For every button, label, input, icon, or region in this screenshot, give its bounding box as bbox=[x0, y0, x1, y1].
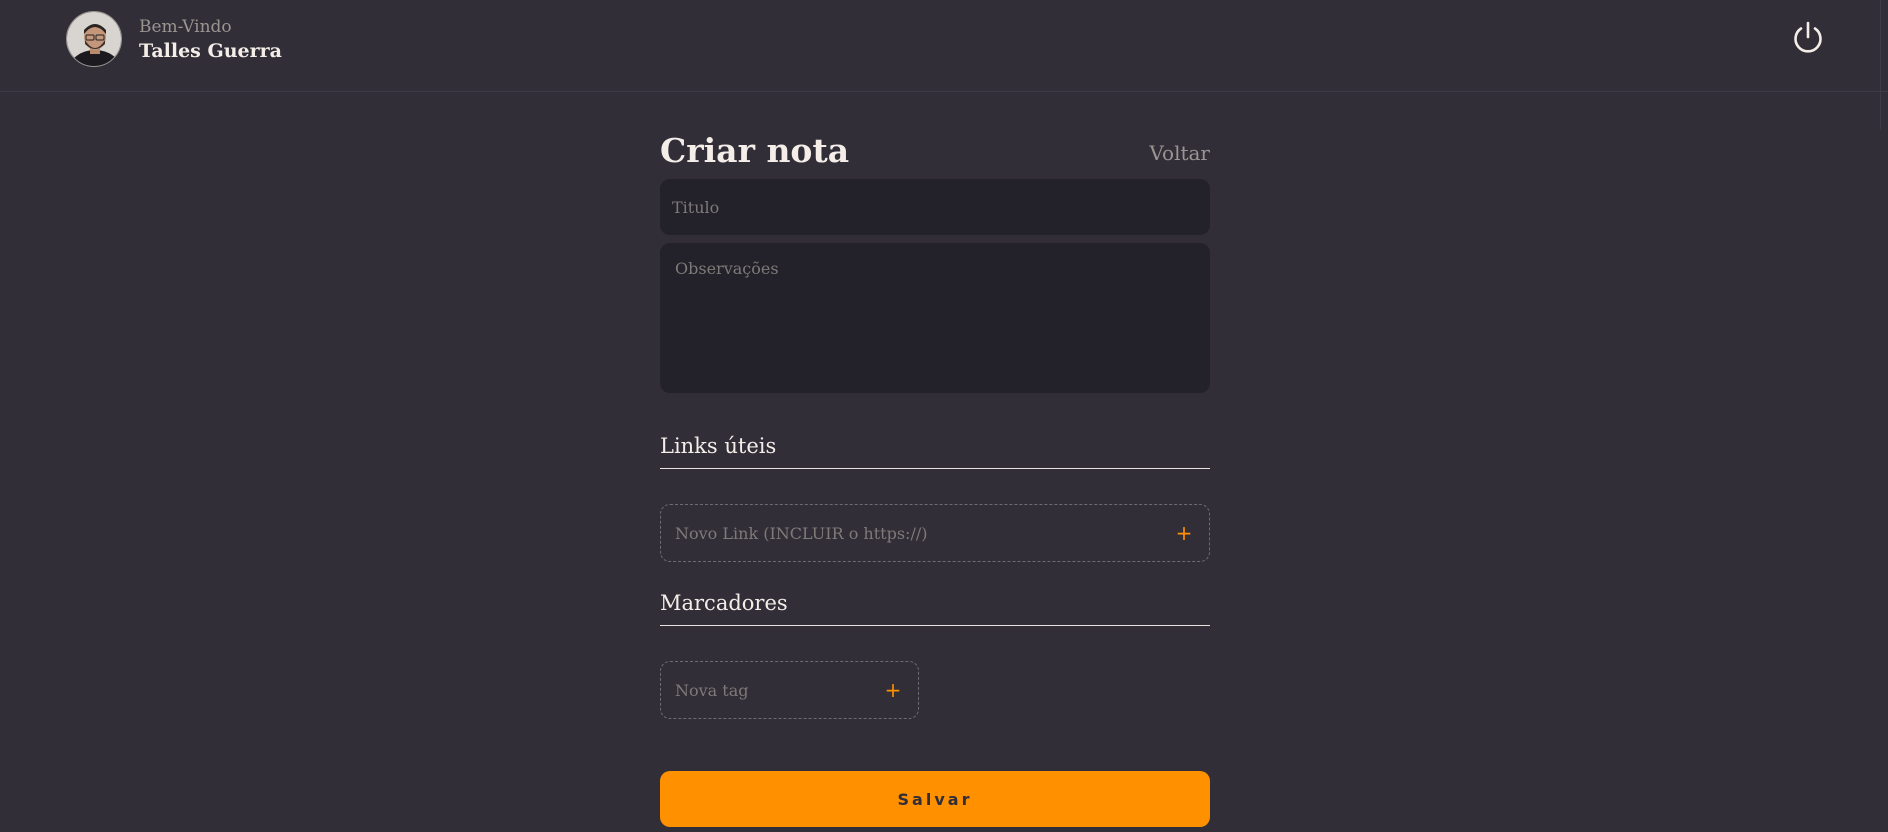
add-link-button[interactable]: + bbox=[1171, 519, 1197, 547]
welcome-text: Bem-Vindo bbox=[139, 17, 232, 37]
user-name[interactable]: Talles Guerra bbox=[139, 40, 282, 62]
power-icon[interactable] bbox=[1790, 20, 1826, 56]
power-icon-graphic bbox=[1794, 21, 1822, 53]
user-avatar[interactable] bbox=[66, 11, 122, 67]
app-header: Bem-Vindo Talles Guerra bbox=[0, 0, 1888, 92]
new-tag-item: + bbox=[660, 661, 919, 719]
back-link[interactable]: Voltar bbox=[1149, 141, 1210, 165]
page-title: Criar nota bbox=[660, 131, 850, 170]
links-section-title: Links úteis bbox=[660, 434, 1210, 469]
new-link-item: + bbox=[660, 504, 1210, 562]
notes-textarea[interactable] bbox=[660, 243, 1210, 393]
add-tag-button[interactable]: + bbox=[880, 676, 906, 704]
new-tag-input[interactable] bbox=[673, 662, 873, 718]
save-button[interactable]: Salvar bbox=[660, 771, 1210, 827]
title-input[interactable] bbox=[660, 179, 1210, 235]
form-title-row: Criar nota Voltar bbox=[660, 128, 1210, 178]
avatar-image bbox=[67, 12, 121, 66]
create-note-form: Criar nota Voltar bbox=[660, 128, 1210, 178]
scroll-edge bbox=[1880, 0, 1888, 130]
tags-section-title: Marcadores bbox=[660, 591, 1210, 626]
new-link-input[interactable] bbox=[673, 505, 1153, 561]
